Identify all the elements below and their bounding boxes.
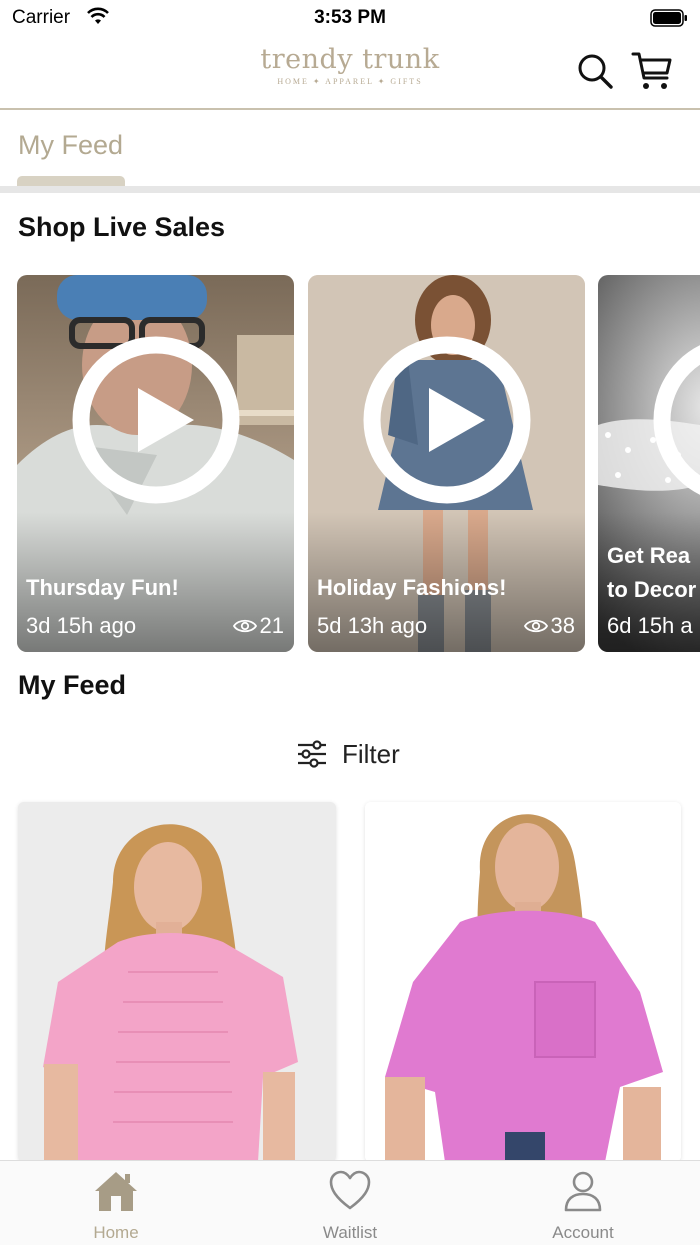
live-sales-title: Shop Live Sales bbox=[18, 212, 226, 242]
person-icon bbox=[564, 1171, 602, 1212]
live-sale-time: 6d 15h a bbox=[607, 613, 693, 638]
product-image bbox=[365, 802, 681, 1162]
play-icon[interactable] bbox=[72, 336, 240, 504]
live-sale-time: 5d 13h ago bbox=[317, 613, 428, 638]
divider bbox=[0, 186, 700, 193]
heart-icon bbox=[329, 1170, 371, 1210]
live-sale-card[interactable]: Holiday Fashions! 5d 13h ago 38 bbox=[308, 275, 585, 652]
nav-label-waitlist: Waitlist bbox=[322, 1223, 378, 1242]
search-icon[interactable] bbox=[576, 52, 614, 90]
view-count: 21 bbox=[232, 613, 284, 639]
product-card[interactable] bbox=[18, 802, 336, 1162]
cart-icon[interactable] bbox=[630, 49, 674, 93]
live-sale-time: 3d 15h ago bbox=[26, 613, 137, 638]
nav-label-home: Home bbox=[93, 1223, 139, 1242]
live-sale-title: Holiday Fashions! bbox=[317, 575, 507, 600]
live-sale-card[interactable]: Get Rea to Decor 6d 15h a bbox=[598, 275, 700, 652]
eye-icon bbox=[232, 619, 257, 633]
view-count-value: 21 bbox=[259, 613, 284, 638]
tab-active-indicator bbox=[17, 176, 125, 186]
filter-label: Filter bbox=[342, 738, 400, 769]
filter-icon bbox=[298, 740, 326, 768]
nav-label-account: Account bbox=[552, 1223, 614, 1242]
play-icon[interactable] bbox=[653, 336, 700, 504]
home-icon bbox=[95, 1172, 137, 1211]
live-sale-title: Get Rea bbox=[607, 543, 691, 568]
product-card[interactable] bbox=[365, 802, 681, 1162]
eye-icon bbox=[523, 619, 548, 633]
filter-button[interactable]: Filter bbox=[296, 736, 400, 772]
nav-item-account[interactable]: Account bbox=[508, 1169, 658, 1243]
app-header: trendy trunk HOME ✦ APPAREL ✦ GIFTS bbox=[0, 36, 700, 110]
product-image bbox=[18, 802, 336, 1162]
live-sales-carousel[interactable]: Thursday Fun! 3d 15h ago 21 Holiday Fash… bbox=[0, 275, 700, 652]
nav-item-waitlist[interactable]: Waitlist bbox=[275, 1169, 425, 1243]
tab-my-feed[interactable]: My Feed bbox=[18, 130, 123, 161]
view-count-value: 38 bbox=[550, 613, 575, 638]
live-sale-card[interactable]: Thursday Fun! 3d 15h ago 21 bbox=[17, 275, 294, 652]
feed-title: My Feed bbox=[18, 670, 127, 700]
battery-icon bbox=[650, 9, 687, 27]
status-bar: Carrier 3:53 PM bbox=[0, 0, 700, 36]
nav-item-home[interactable]: Home bbox=[41, 1169, 191, 1243]
live-sale-title: Thursday Fun! bbox=[26, 575, 179, 600]
bottom-nav: Home Waitlist Account bbox=[0, 1160, 700, 1245]
live-sale-title-line2: to Decor bbox=[607, 577, 697, 602]
feed-tabs: My Feed bbox=[0, 110, 700, 188]
play-icon[interactable] bbox=[363, 336, 531, 504]
status-time: 3:53 PM bbox=[314, 7, 386, 28]
view-count: 38 bbox=[523, 613, 575, 639]
